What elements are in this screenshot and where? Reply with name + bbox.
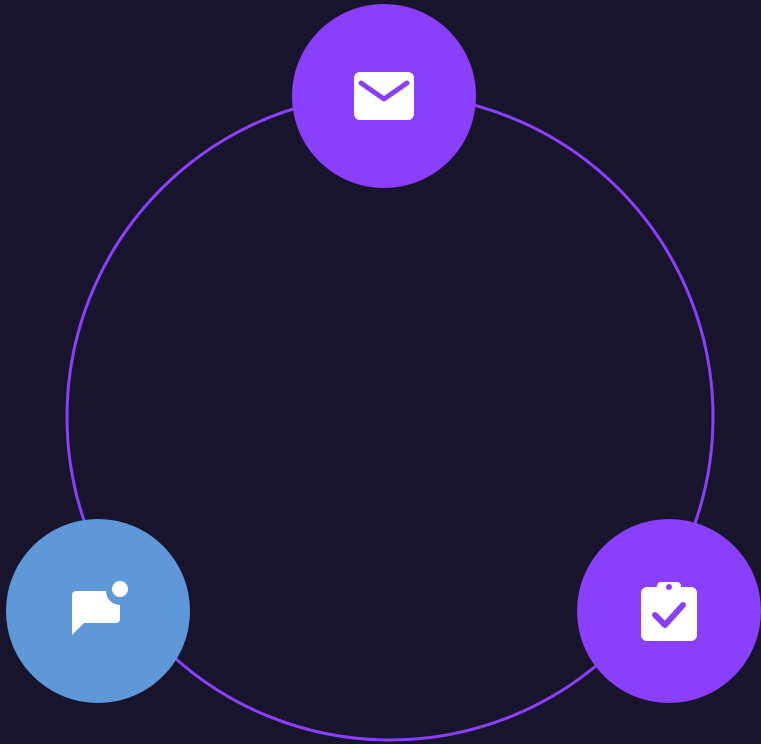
clipboard-check-icon [641, 582, 697, 641]
tasks-node[interactable] [577, 519, 761, 703]
chat-notification-icon [72, 581, 128, 635]
envelope-icon [354, 72, 414, 120]
email-node[interactable] [292, 4, 476, 188]
cycle-diagram [0, 0, 761, 744]
chat-node[interactable] [6, 519, 190, 703]
